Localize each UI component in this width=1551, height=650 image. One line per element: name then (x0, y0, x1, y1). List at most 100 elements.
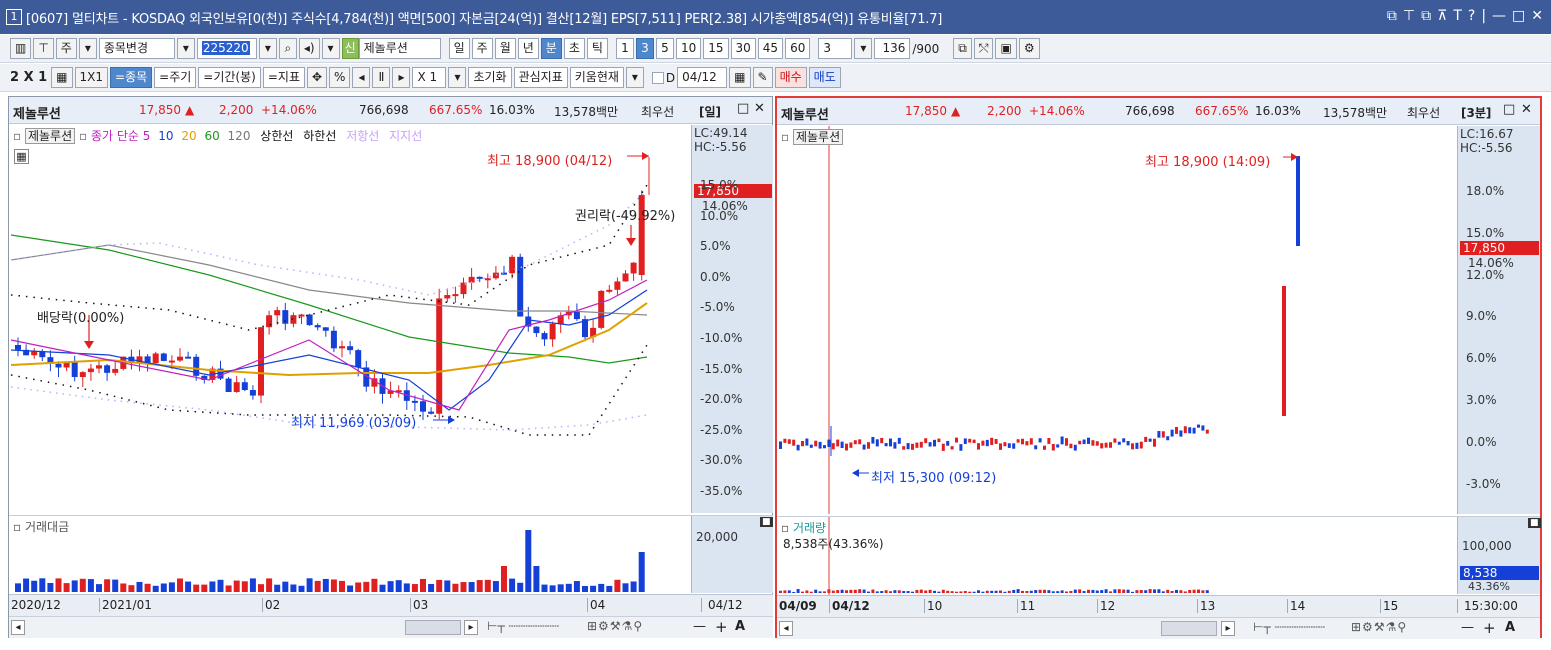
code-dropdown-icon[interactable]: ▾ (258, 38, 277, 59)
date-input[interactable]: 04/12 (677, 67, 728, 88)
maximize-icon[interactable]: □ (1512, 8, 1525, 24)
tool-icon[interactable]: ⤲ (973, 38, 994, 59)
scroll-left-icon[interactable]: ◂ (779, 621, 793, 636)
interval-15[interactable]: 15 (703, 38, 729, 59)
grid-icon[interactable]: ▦ (51, 67, 73, 88)
restore-icon[interactable]: ⧉ (1387, 8, 1397, 24)
period-year[interactable]: 년 (517, 38, 539, 59)
help-icon[interactable]: ? (1468, 8, 1475, 24)
period-month[interactable]: 월 (494, 38, 516, 59)
multiplier-select[interactable]: X 1 (412, 67, 447, 88)
period-minute[interactable]: 분 (540, 38, 562, 59)
scroll-thumb[interactable] (405, 620, 461, 635)
interval-60[interactable]: 60 (785, 38, 811, 59)
pause-icon[interactable]: Ⅱ (372, 67, 391, 88)
sell-button[interactable]: 매도 (808, 67, 841, 88)
dropdown-icon[interactable]: ▾ (854, 38, 873, 59)
calendar-icon[interactable]: ▦ (729, 67, 751, 88)
zoom-in-icon[interactable]: + (1483, 619, 1496, 637)
dropdown-icon[interactable]: ▾ (448, 67, 467, 88)
scroll-right-icon[interactable]: ▸ (464, 620, 478, 635)
legend-stock[interactable]: 제놀루션 (24, 128, 76, 144)
table-icon[interactable]: ▦ (14, 149, 29, 164)
period-day[interactable]: 일 (448, 38, 470, 59)
reset-button[interactable]: 초기화 (468, 67, 512, 88)
date-checkbox[interactable] (651, 71, 664, 84)
tab-stock[interactable]: =종목 (110, 67, 153, 88)
price-y-axis[interactable]: LC:16.67 HC:-5.56 17,850 14.06% 18.0% 15.… (1457, 126, 1540, 514)
interval-input[interactable]: 3 (818, 38, 853, 59)
volume-chart[interactable]: ▫ 거래대금 (9, 515, 691, 593)
tab-range[interactable]: =기간(봉) (198, 67, 261, 88)
tab-indicator[interactable]: =지표 (262, 67, 305, 88)
pin-window-icon[interactable]: ⊤ (33, 38, 54, 59)
watch-indicator-button[interactable]: 관심지표 (513, 67, 568, 88)
settings-icon[interactable]: ⚙ (1018, 38, 1040, 59)
speaker-dropdown-icon[interactable]: ▾ (321, 38, 340, 59)
zoom-slider[interactable]: ⊢┬ ┄┄┄┄┄┄┄ (487, 619, 559, 633)
chart-tools-icon[interactable]: ⊞⚙⚒⚗⚲ (587, 619, 643, 633)
zoom-slider[interactable]: ⊢┬ ┄┄┄┄┄┄┄ (1253, 620, 1325, 634)
price-y-axis[interactable]: LC:49.14 HC:-5.56 17,850 14.06% 15.0% 10.… (691, 125, 773, 513)
close-icon[interactable]: ✕ (1521, 102, 1532, 117)
minimize-icon[interactable]: — (1492, 8, 1506, 24)
next-icon[interactable]: ▸ (392, 67, 411, 88)
prev-icon[interactable]: ◂ (352, 67, 371, 88)
interval-10[interactable]: 10 (675, 38, 702, 59)
font-icon[interactable]: T (1453, 8, 1462, 24)
kiwoom-current-button[interactable]: 키움현재 (569, 67, 624, 88)
buy-button[interactable]: 매수 (774, 67, 807, 88)
chart-panel-daily[interactable]: 제놀루션 17,850 ▲ 2,200 +14.06% 766,698 667.… (8, 96, 773, 638)
interval-30[interactable]: 30 (730, 38, 756, 59)
interval-45[interactable]: 45 (757, 38, 784, 59)
period-tick[interactable]: 틱 (586, 38, 608, 59)
price-chart[interactable]: ▫ 제놀루션 ▫ 종가 단순 5 10 20 60 120 상한선 하한선 저항… (9, 125, 691, 513)
interval-5[interactable]: 5 (655, 38, 674, 59)
volume-chart[interactable]: ▫ 거래량 8,538주(43.36%) (777, 516, 1457, 595)
change-stock-select[interactable]: 종목변경 (98, 38, 175, 59)
one-by-one-button[interactable]: 1X1 (74, 67, 109, 88)
scroll-thumb[interactable] (1161, 621, 1217, 636)
dropdown-icon[interactable]: ▾ (78, 38, 97, 59)
chart-tools-icon[interactable]: ⊞⚙⚒⚗⚲ (1351, 620, 1407, 634)
interval-1[interactable]: 1 (615, 38, 634, 59)
search-icon[interactable]: ⌕ (278, 38, 297, 59)
tile-icon[interactable]: ⧉ (1421, 8, 1431, 24)
scroll-left-icon[interactable]: ◂ (11, 620, 25, 635)
collapse-icon[interactable]: ■ (760, 517, 773, 527)
compare-icon[interactable]: ⧉ (953, 38, 972, 59)
maximize-icon[interactable]: □ (737, 101, 749, 116)
scroll-bar[interactable]: ◂ ▸ ⊢┬ ┄┄┄┄┄┄┄ ⊞⚙⚒⚗⚲ — + A (9, 616, 773, 638)
close-icon[interactable]: ✕ (754, 101, 765, 116)
price-chart[interactable]: ▫ 제놀루션 최고 18,900 (14:09) 최저 15,300 (09:1… (777, 126, 1457, 514)
close-icon[interactable]: ✕ (1531, 8, 1543, 24)
order-icon[interactable]: ✎ (752, 67, 773, 88)
scroll-right-icon[interactable]: ▸ (1221, 621, 1235, 636)
save-icon[interactable]: ▣ (995, 38, 1017, 59)
pin-icon[interactable]: ⊤ (1403, 8, 1415, 24)
stock-code-input[interactable]: 225220 (196, 38, 257, 59)
stock-name-field[interactable]: 제놀루션 (358, 38, 441, 59)
tab-period[interactable]: =주기 (154, 67, 197, 88)
maximize-icon[interactable]: □ (1503, 102, 1515, 117)
chart-panel-3min[interactable]: 제놀루션 17,850 ▲ 2,200 +14.06% 766,698 667.… (775, 96, 1542, 639)
font-size-icon[interactable]: A (735, 619, 745, 634)
zoom-out-icon[interactable]: — (693, 619, 706, 634)
collapse-icon[interactable]: ■ (1528, 518, 1541, 528)
zoom-out-icon[interactable]: — (1461, 620, 1474, 635)
speaker-icon[interactable]: ◂) (298, 38, 320, 59)
legend-stock[interactable]: 제놀루션 (792, 129, 844, 145)
percent-button[interactable]: % (329, 67, 351, 88)
period-second[interactable]: 초 (563, 38, 585, 59)
arrange-icon[interactable]: ⊼ (1437, 8, 1447, 24)
move-icon[interactable]: ✥ (306, 67, 328, 88)
dropdown-icon[interactable]: ▾ (176, 38, 195, 59)
range-input[interactable]: 136 (874, 38, 911, 59)
scroll-bar[interactable]: ◂ ▸ ⊢┬ ┄┄┄┄┄┄┄ ⊞⚙⚒⚗⚲ — + A (777, 617, 1540, 639)
market-select[interactable]: 주 (55, 38, 77, 59)
layout-icon[interactable]: ▥ (10, 38, 32, 59)
font-size-icon[interactable]: A (1505, 620, 1515, 635)
dropdown-icon[interactable]: ▾ (625, 67, 644, 88)
period-week[interactable]: 주 (471, 38, 493, 59)
zoom-in-icon[interactable]: + (715, 618, 728, 636)
